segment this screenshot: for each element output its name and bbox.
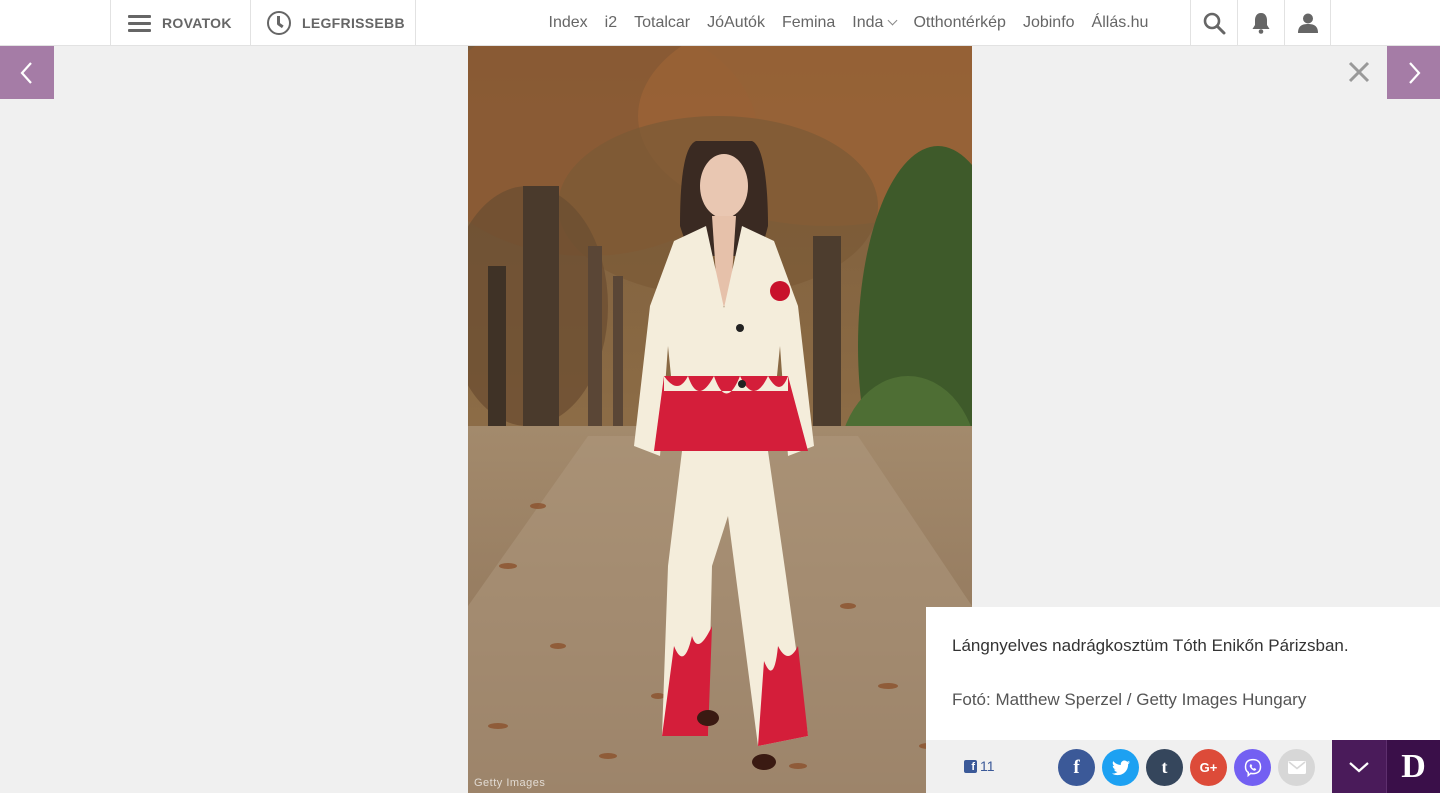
collapse-panel-button[interactable] [1332,740,1386,793]
site-link-jobinfo[interactable]: Jobinfo [1023,14,1075,32]
twitter-share-button[interactable] [1102,749,1139,786]
envelope-icon [1287,761,1306,774]
facebook-share-count[interactable]: f 11 [964,758,995,774]
photo-caption: Lángnyelves nadrágkosztüm Tóth Enikőn Pá… [952,636,1349,655]
hamburger-icon [128,14,151,32]
chevron-down-icon [1349,761,1369,772]
site-link-inda-label: Inda [852,14,884,31]
twitter-icon [1111,760,1130,775]
site-link-femina[interactable]: Femina [782,14,835,32]
facebook-icon: f [1073,756,1080,778]
user-account-button[interactable] [1284,0,1331,46]
close-gallery-button[interactable] [1344,57,1374,87]
site-link-totalcar[interactable]: Totalcar [634,14,690,32]
legfrissebb-label: LEGFRISSEBB [302,15,405,31]
legfrissebb-button[interactable]: LEGFRISSEBB [250,0,416,46]
site-link-inda[interactable]: Inda [852,14,898,32]
site-link-joautok[interactable]: JóAutók [707,14,765,32]
chevron-down-icon [887,15,898,26]
search-button[interactable] [1190,0,1237,46]
chevron-left-icon [20,61,32,84]
rovatok-menu-button[interactable]: ROVATOK [110,0,250,46]
share-bar: f 11 f t G+ D [926,740,1440,793]
photo-watermark: Getty Images [474,777,546,789]
top-navigation-bar: ROVATOK LEGFRISSEBB Index i2 Totalcar Jó… [0,0,1440,46]
email-share-button[interactable] [1278,749,1315,786]
tumblr-icon: t [1161,757,1168,777]
tumblr-share-button[interactable]: t [1146,749,1183,786]
site-link-i2[interactable]: i2 [605,14,617,32]
googleplus-icon: G+ [1199,760,1218,775]
site-link-index[interactable]: Index [549,14,588,32]
viber-share-button[interactable] [1234,749,1271,786]
user-icon [1297,13,1318,33]
googleplus-share-button[interactable]: G+ [1190,749,1227,786]
clock-icon [267,11,291,35]
facebook-small-icon: f [964,759,977,773]
rovatok-label: ROVATOK [162,15,232,31]
search-icon [1203,12,1226,35]
photo-credit: Fotó: Matthew Sperzel / Getty Images Hun… [952,690,1307,709]
brand-logo-icon: D [1401,747,1426,785]
gallery-photo: Getty Images [468,46,972,793]
chevron-right-icon [1409,61,1421,84]
next-image-button[interactable] [1387,46,1440,99]
brand-logo-button[interactable]: D [1386,740,1440,793]
site-link-otthonterkep[interactable]: Otthontérkép [913,14,1006,32]
close-icon [1348,61,1370,83]
site-link-allashu[interactable]: Állás.hu [1092,14,1149,32]
viber-icon [1244,758,1261,777]
previous-image-button[interactable] [0,46,54,99]
bell-icon [1252,13,1270,34]
facebook-count-value: 11 [980,758,995,774]
facebook-share-button[interactable]: f [1058,749,1095,786]
partner-sites-nav: Index i2 Totalcar JóAutók Femina Inda Ot… [540,0,1157,46]
photo-illustration [468,46,972,793]
caption-panel: Lángnyelves nadrágkosztüm Tóth Enikőn Pá… [926,607,1440,740]
notifications-button[interactable] [1237,0,1284,46]
